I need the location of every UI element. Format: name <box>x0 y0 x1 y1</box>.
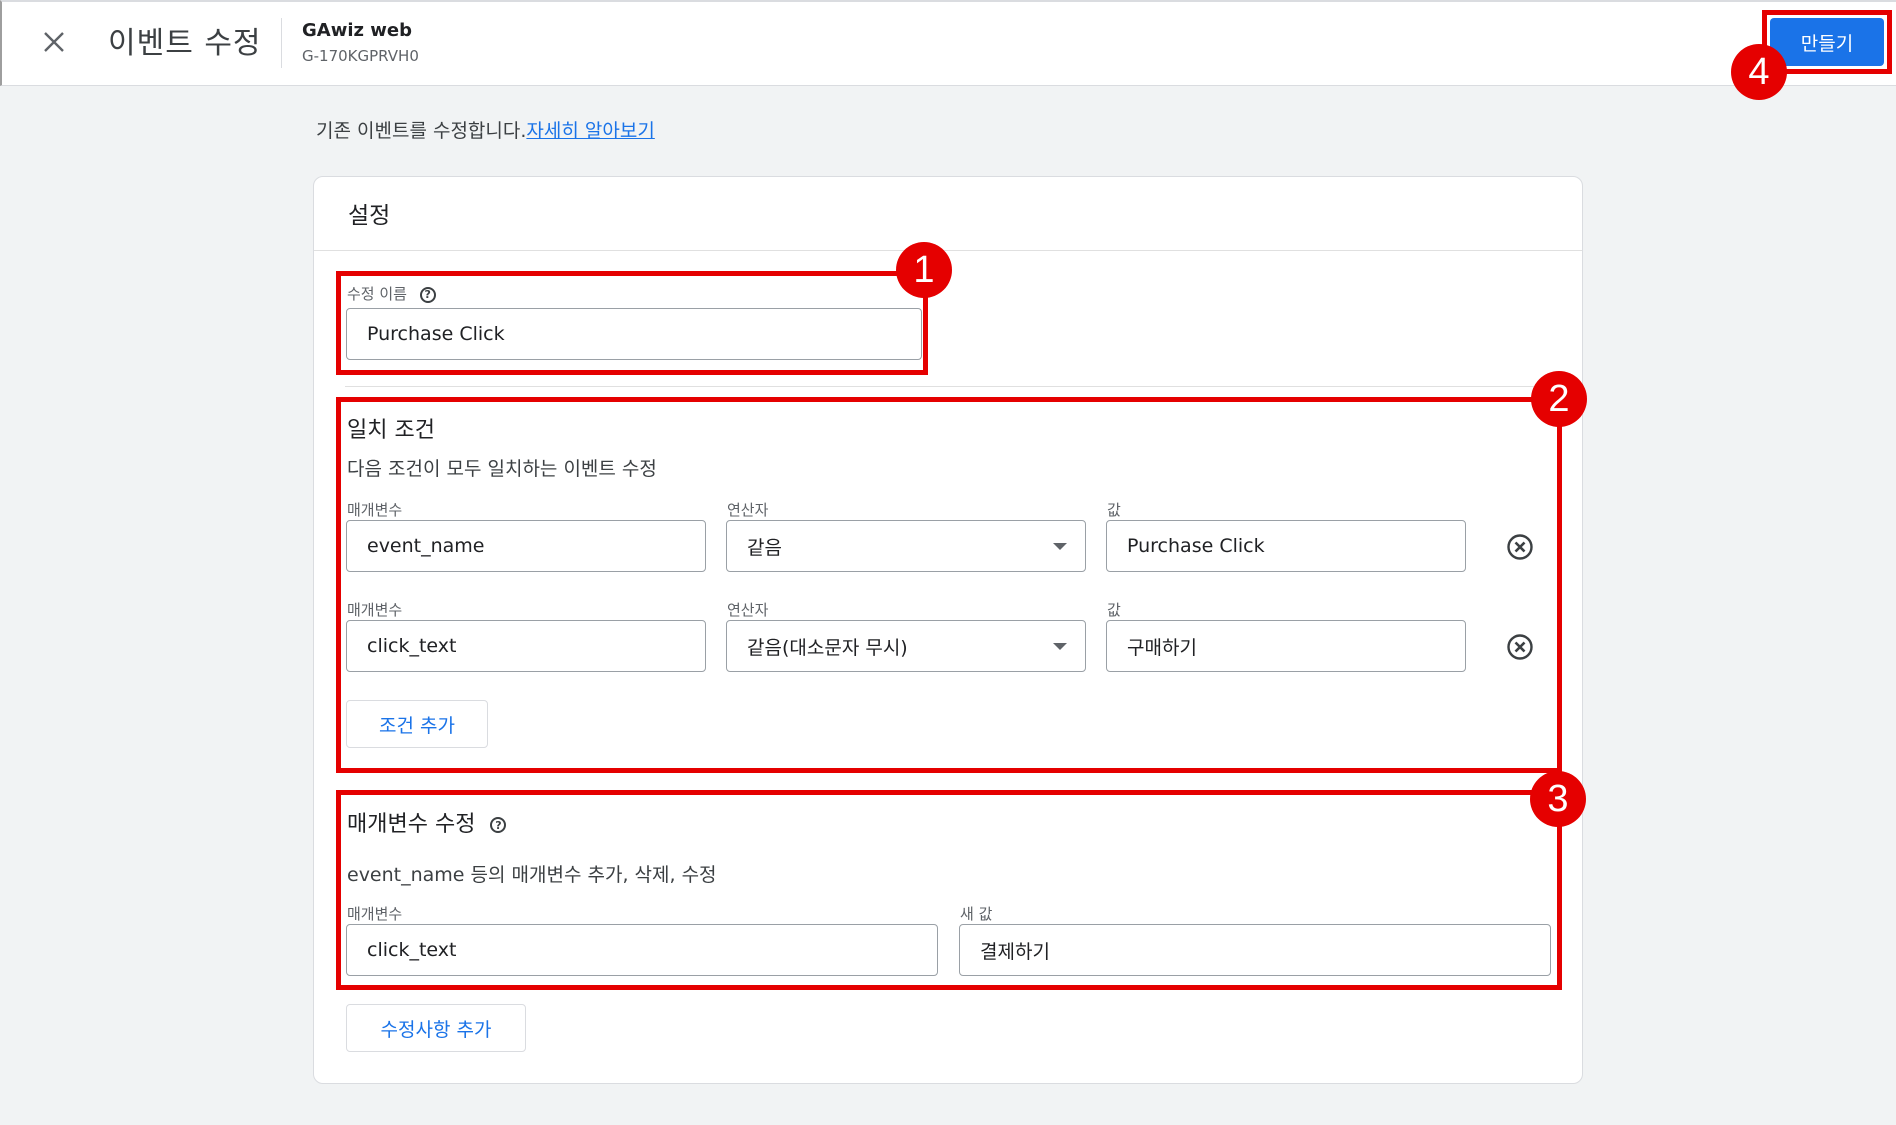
section-divider <box>345 386 1567 387</box>
add-modification-button[interactable]: 수정사항 추가 <box>346 1004 526 1052</box>
card-divider <box>314 250 1582 251</box>
header-divider <box>281 18 282 68</box>
annotation-badge-1: 1 <box>896 242 952 298</box>
property-id: G-170KGPRVH0 <box>302 47 419 65</box>
intro-description: 기존 이벤트를 수정합니다. <box>316 120 527 142</box>
page-title: 이벤트 수정 <box>108 26 262 61</box>
annotation-badge-2: 2 <box>1531 371 1587 427</box>
top-app-bar <box>0 0 1896 86</box>
learn-more-link[interactable]: 자세히 알아보기 <box>526 120 654 142</box>
property-name: GAwiz web <box>302 20 412 41</box>
intro-text: 기존 이벤트를 수정합니다.자세히 알아보기 <box>316 116 655 143</box>
close-icon <box>44 32 64 52</box>
close-button[interactable] <box>38 26 70 58</box>
annotation-badge-3: 3 <box>1530 771 1586 827</box>
annotation-box-1 <box>336 271 928 375</box>
annotation-badge-4: 4 <box>1731 44 1787 100</box>
annotation-box-2 <box>336 397 1562 773</box>
settings-title: 설정 <box>348 203 391 229</box>
annotation-box-3 <box>336 790 1562 990</box>
